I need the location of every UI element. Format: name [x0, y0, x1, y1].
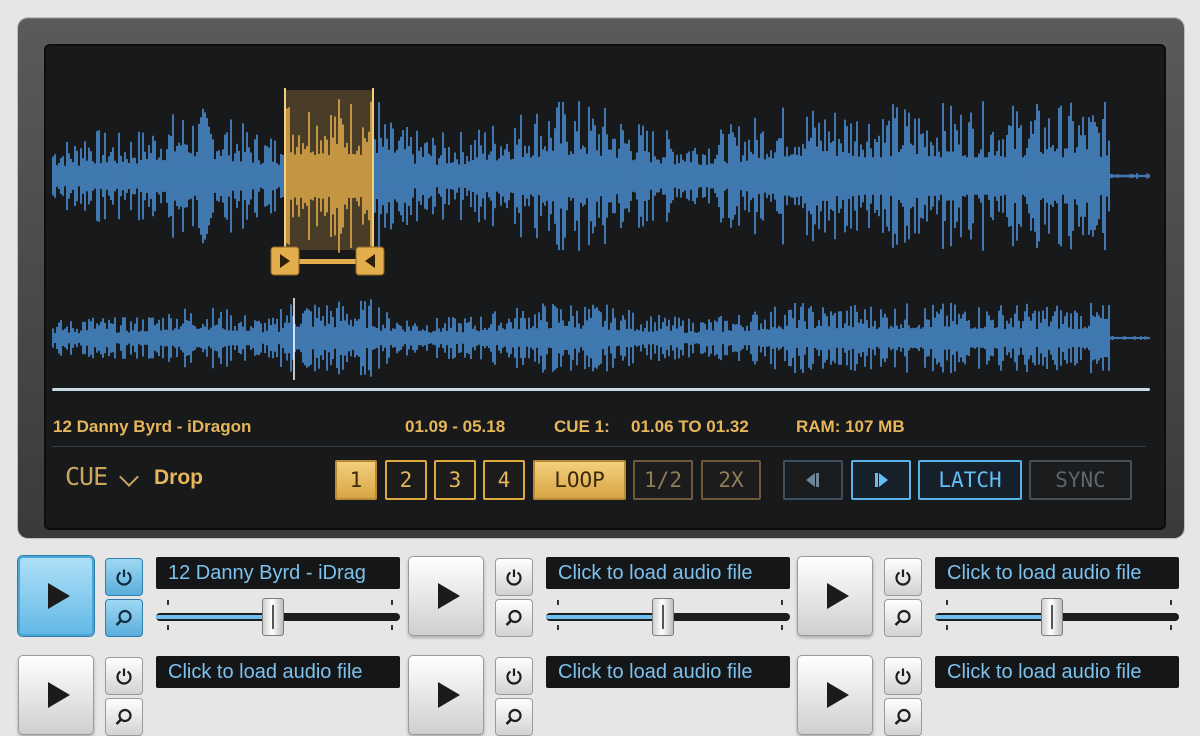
play-icon [827, 583, 849, 609]
zoom-button[interactable] [884, 698, 922, 736]
cue-button-1[interactable]: 1 [335, 460, 377, 500]
zoom-button[interactable] [495, 599, 533, 637]
volume-slider-knob[interactable] [262, 598, 284, 636]
power-button[interactable] [884, 657, 922, 695]
magnifier-icon [894, 609, 911, 626]
cue-point-label: CUE 1: [554, 417, 610, 436]
audio-file-label[interactable]: 12 Danny Byrd - iDrag [156, 557, 400, 589]
zoom-button[interactable] [495, 698, 533, 736]
audio-file-label[interactable]: Click to load audio file [935, 557, 1179, 589]
slider-tick [946, 625, 948, 630]
skip-back-icon [806, 473, 819, 487]
loop-region[interactable] [285, 90, 373, 250]
audio-file-label[interactable]: Click to load audio file [156, 656, 400, 688]
play-button[interactable] [408, 655, 484, 735]
cue-button-2[interactable]: 2 [385, 460, 427, 500]
slider-tick [781, 600, 783, 605]
power-icon [506, 569, 522, 586]
cue-button-4[interactable]: 4 [483, 460, 525, 500]
slider-tick [946, 600, 948, 605]
skip-back-button[interactable] [783, 460, 843, 500]
slider-tick [391, 625, 393, 630]
latch-button[interactable]: LATCH [918, 460, 1022, 500]
mode-dropdown-value[interactable]: Drop [154, 466, 203, 490]
waveform-channel [52, 101, 1150, 251]
divider [52, 446, 1146, 447]
play-button[interactable] [18, 655, 94, 735]
power-button[interactable] [105, 558, 143, 596]
power-button[interactable] [495, 558, 533, 596]
loop-double-button[interactable]: 2X [701, 460, 761, 500]
slider-tick [557, 600, 559, 605]
play-icon [827, 682, 849, 708]
power-button[interactable] [105, 657, 143, 695]
zoom-button[interactable] [105, 599, 143, 637]
play-button[interactable] [18, 556, 94, 636]
power-icon [895, 569, 911, 586]
cue-button-3[interactable]: 3 [434, 460, 476, 500]
play-icon [438, 583, 460, 609]
track-title: 12 Danny Byrd - iDragon [53, 417, 252, 436]
slider-tick [1170, 600, 1172, 605]
magnifier-icon [894, 708, 911, 725]
magnifier-icon [505, 609, 522, 626]
slider-tick [1170, 625, 1172, 630]
audio-file-label[interactable]: Click to load audio file [546, 656, 790, 688]
play-button[interactable] [408, 556, 484, 636]
slider-tick [167, 625, 169, 630]
magnifier-icon [115, 708, 132, 725]
loop-button[interactable]: LOOP [533, 460, 626, 500]
loop-half-button[interactable]: 1/2 [633, 460, 693, 500]
slider-tick [391, 600, 393, 605]
power-button[interactable] [495, 657, 533, 695]
zoom-button[interactable] [884, 599, 922, 637]
slider-fill [546, 615, 663, 619]
audio-file-label[interactable]: Click to load audio file [935, 656, 1179, 688]
slider-tick [167, 600, 169, 605]
power-button[interactable] [884, 558, 922, 596]
skip-forward-button[interactable] [851, 460, 911, 500]
slider-tick [557, 625, 559, 630]
sync-button[interactable]: SYNC [1029, 460, 1132, 500]
power-icon [895, 668, 911, 685]
volume-slider-knob[interactable] [1041, 598, 1063, 636]
play-button[interactable] [797, 556, 873, 636]
time-range: 01.09 - 05.18 [405, 417, 506, 436]
track-progress-bar[interactable] [52, 388, 1150, 391]
skip-forward-icon [875, 473, 888, 487]
power-icon [116, 668, 132, 685]
waveform-channel [52, 299, 1150, 377]
magnifier-icon [505, 708, 522, 725]
play-icon [48, 682, 70, 708]
cue-range: 01.06 TO 01.32 [631, 417, 749, 436]
play-icon [438, 682, 460, 708]
slider-fill [935, 615, 1052, 619]
volume-slider-knob[interactable] [652, 598, 674, 636]
play-button[interactable] [797, 655, 873, 735]
slider-fill [156, 615, 273, 619]
play-icon [48, 583, 70, 609]
mode-label: CUE [65, 462, 108, 491]
zoom-button[interactable] [105, 698, 143, 736]
power-icon [506, 668, 522, 685]
slider-tick [781, 625, 783, 630]
audio-file-label[interactable]: Click to load audio file [546, 557, 790, 589]
waveform-display[interactable] [0, 0, 1200, 400]
power-icon [116, 569, 132, 586]
magnifier-icon [115, 609, 132, 626]
loop-bracket[interactable] [292, 259, 358, 264]
ram-usage: RAM: 107 MB [796, 417, 905, 436]
